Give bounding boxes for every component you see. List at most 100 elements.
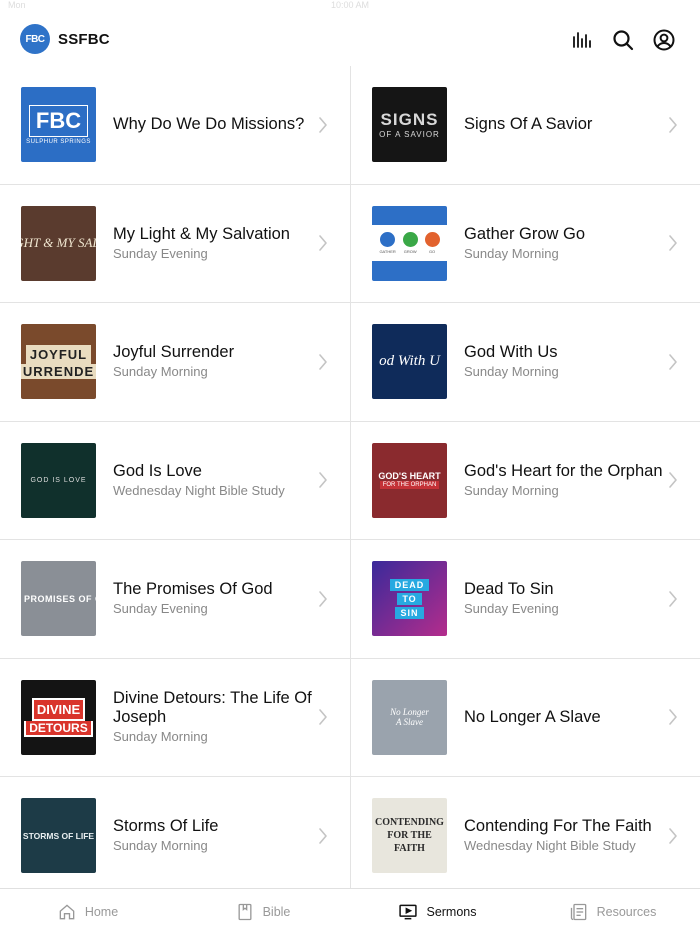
sermon-title: Dead To Sin — [464, 580, 554, 599]
app-header: FBC SSFBC — [0, 12, 700, 66]
sermon-item[interactable]: DEAD TO SIN Dead To Sin Sunday Evening — [350, 540, 700, 658]
tab-home[interactable]: Home — [0, 889, 175, 934]
thumb-word: TO — [397, 592, 422, 605]
chevron-right-icon — [319, 116, 327, 133]
sermon-item[interactable]: E PROMISES OF G The Promises Of God Sunday… — [0, 540, 350, 658]
sermon-item[interactable]: IGHT & MY SALV My Light & My Salvation Sun… — [0, 185, 350, 303]
thumb-text: No Longer — [390, 707, 429, 718]
sermon-title: Joyful Surrender — [113, 343, 235, 362]
sermon-thumbnail: SIGNS OF A SAVIOR — [372, 87, 447, 163]
sermon-title: God's Heart for the Orphan — [464, 461, 663, 480]
sermon-subtitle: Wednesday Night Bible Study — [464, 838, 636, 854]
sermon-thumbnail: GOD'S HEART FOR THE ORPHAN — [372, 442, 447, 518]
chevron-right-icon — [669, 353, 677, 370]
chevron-right-icon — [669, 472, 677, 489]
tab-resources-label: Resources — [596, 904, 657, 919]
book-icon — [238, 903, 252, 920]
chevron-right-icon — [319, 827, 327, 844]
thumb-text: od With U — [379, 353, 440, 370]
sermon-row: E PROMISES OF G The Promises Of God Sunday… — [0, 540, 700, 659]
sermon-thumbnail: DEAD TO SIN — [372, 561, 447, 637]
thumb-subtext: URRENDE — [21, 363, 96, 379]
sermon-item[interactable]: DIVINE DETOURS Divine Detours: The Life Of… — [0, 659, 350, 777]
church-logo[interactable]: FBC — [20, 24, 50, 54]
document-icon — [570, 903, 586, 920]
sermon-subtitle: Sunday Evening — [113, 245, 208, 261]
tab-resources[interactable]: Resources — [525, 889, 700, 934]
sermon-subtitle: Sunday Morning — [113, 729, 208, 745]
sermon-thumbnail: CONTENDING FOR THE FAITH — [372, 798, 447, 874]
thumb-subtext: A Slave — [395, 717, 424, 728]
thumb-subtext: FOR THE ORPHAN — [379, 481, 440, 490]
status-bar: Mon 10:00 AM — [0, 0, 700, 12]
account-icon[interactable] — [652, 28, 676, 52]
sermon-thumbnail: JOYFUL URRENDE — [21, 324, 96, 400]
gather-grow-go-circle — [402, 232, 418, 248]
sermon-title: God With Us — [464, 343, 558, 362]
sermon-subtitle: Sunday Morning — [464, 364, 559, 380]
sermon-thumbnail: od With U — [372, 324, 447, 400]
sermon-item[interactable]: No Longer A Slave No Longer A Slave — [350, 658, 700, 776]
sermon-subtitle: Sunday Morning — [464, 245, 559, 261]
sermon-row: GOD IS LOVE God Is Love Wednesday Night Bi… — [0, 421, 700, 540]
sermon-thumbnail: FBC SULPHUR SPRINGS — [21, 87, 96, 163]
thumb-text: SIGNS — [380, 110, 439, 130]
thumb-text: STORMS OF LIFE — [22, 830, 95, 841]
sermon-item[interactable]: FBC SULPHUR SPRINGS Why Do We Do Missions? — [0, 66, 350, 184]
sermon-title: Signs Of A Savior — [464, 115, 593, 134]
status-center: 10:00 AM — [330, 0, 370, 10]
gather-grow-go-circle — [380, 232, 396, 248]
tv-play-icon — [399, 904, 418, 919]
sermon-title: Storms Of Life — [113, 817, 219, 836]
search-icon[interactable] — [611, 28, 635, 52]
sermon-thumbnail: DIVINE DETOURS — [21, 679, 96, 755]
sermon-item[interactable]: GATHER GROW GO Gather Grow Go Sunday Morning — [350, 184, 700, 302]
sermon-title: Divine Detours: The Life Of Joseph — [113, 689, 312, 727]
thumb-text: FBC — [28, 104, 89, 137]
sermon-item[interactable]: CONTENDING FOR THE FAITH Contending For T… — [350, 777, 700, 888]
sermon-item[interactable]: GOD IS LOVE God Is Love Wednesday Night Bi… — [0, 422, 350, 540]
sermon-thumbnail: No Longer A Slave — [372, 679, 447, 755]
sermon-title: No Longer A Slave — [464, 707, 601, 726]
sermon-title: Contending For The Faith — [464, 817, 652, 836]
sermon-subtitle: Sunday Evening — [464, 601, 559, 617]
thumb-text: GOD'S HEART — [378, 471, 441, 482]
sermon-subtitle: Sunday Morning — [113, 838, 208, 854]
thumb-text: CONTENDING FOR THE FAITH — [375, 817, 444, 855]
thumb-subtext: OF A SAVIOR — [379, 130, 440, 140]
thumb-label: GROW — [403, 249, 417, 255]
chevron-right-icon — [669, 590, 677, 607]
sermon-item[interactable]: GOD'S HEART FOR THE ORPHAN God's Heart for… — [350, 421, 700, 539]
sermon-item[interactable]: SIGNS OF A SAVIOR Signs Of A Savior — [350, 66, 700, 184]
tab-bar: Home Bible Sermons Resources — [0, 888, 700, 934]
thumb-text: JOYFUL — [25, 344, 92, 364]
sermon-title: God Is Love — [113, 461, 202, 480]
gather-grow-go-circle — [424, 232, 440, 248]
thumb-label: GATHER — [379, 249, 396, 255]
tab-sermons[interactable]: Sermons — [350, 889, 525, 934]
chevron-right-icon — [319, 353, 327, 370]
chevron-right-icon — [669, 827, 677, 844]
thumb-subtext: DETOURS — [24, 720, 93, 737]
thumb-word: DEAD — [389, 578, 430, 591]
sermon-item[interactable]: STORMS OF LIFE Storms Of Life Sunday Morni… — [0, 777, 350, 888]
sermon-row: STORMS OF LIFE Storms Of Life Sunday Morni… — [0, 777, 700, 888]
sermon-title: The Promises Of God — [113, 580, 273, 599]
home-icon — [59, 903, 75, 919]
thumb-text: E PROMISES OF G — [21, 593, 96, 604]
sermon-item[interactable]: od With U God With Us Sunday Morning — [350, 303, 700, 421]
thumb-text: IGHT & MY SALV — [21, 235, 96, 251]
thumb-text: DIVINE — [31, 697, 86, 721]
chevron-right-icon — [319, 709, 327, 726]
tab-bible[interactable]: Bible — [175, 889, 350, 934]
sermon-thumbnail: GATHER GROW GO — [372, 205, 447, 281]
sermon-title: My Light & My Salvation — [113, 224, 290, 243]
tab-sermons-label: Sermons — [426, 904, 477, 919]
chevron-right-icon — [319, 472, 327, 489]
sermon-thumbnail: IGHT & MY SALV — [21, 205, 96, 281]
sermon-item[interactable]: JOYFUL URRENDE Joyful Surrender Sunday Morn… — [0, 303, 350, 421]
sermon-thumbnail: E PROMISES OF G — [21, 561, 96, 637]
sermon-row: JOYFUL URRENDE Joyful Surrender Sunday Morn… — [0, 303, 700, 422]
thumb-subtext: SULPHUR SPRINGS — [26, 138, 91, 145]
audio-bars-icon[interactable] — [570, 28, 594, 52]
